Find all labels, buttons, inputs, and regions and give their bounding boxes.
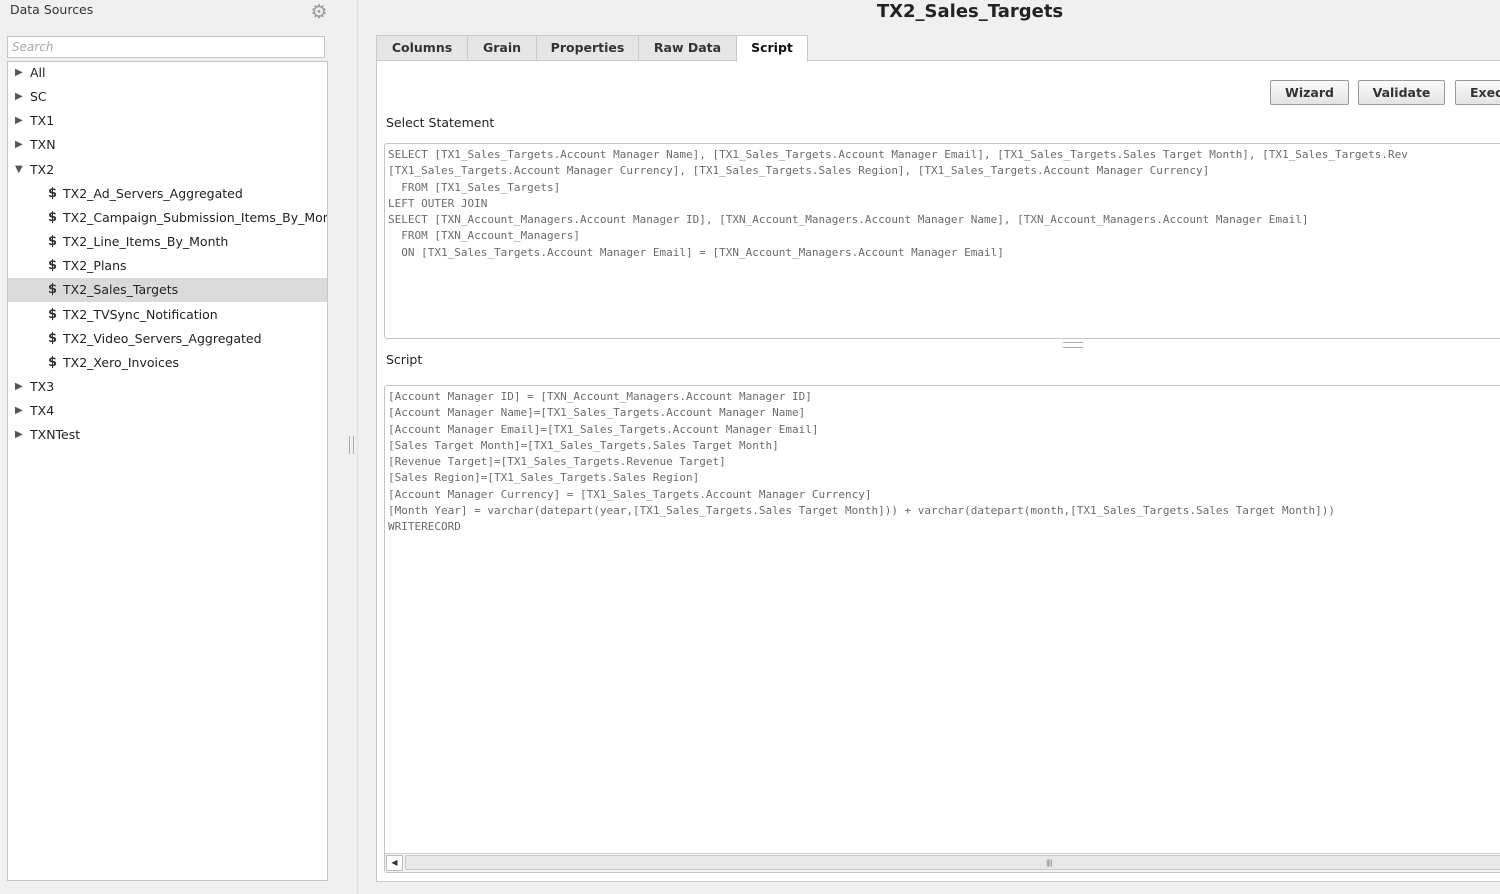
tree-item-datasource[interactable]: $ TX2_Sales_Targets xyxy=(8,278,327,303)
tree-item-label: All xyxy=(30,65,46,80)
tree-item-datasource[interactable]: $ TX2_TVSync_Notification xyxy=(8,303,327,327)
tree-item-folder[interactable]: ▶ All xyxy=(8,62,327,85)
code-line: [Sales Region]=[TX1_Sales_Targets.Sales … xyxy=(388,471,700,485)
data-source-icon: $ xyxy=(48,354,58,370)
divider xyxy=(357,0,358,894)
scroll-left-icon[interactable]: ◀ xyxy=(386,855,403,871)
code-line: WRITERECORD xyxy=(388,520,461,534)
execute-button[interactable]: Exec xyxy=(1455,80,1500,105)
code-line: [Sales Target Month]=[TX1_Sales_Targets.… xyxy=(388,438,779,452)
tree-item-label: TX2_Ad_Servers_Aggregated xyxy=(63,185,243,201)
tree-item-datasource[interactable]: $ TX2_Plans xyxy=(8,254,327,278)
collapsed-arrow-icon[interactable]: ▶ xyxy=(15,375,23,398)
data-source-icon: $ xyxy=(48,209,58,225)
data-source-icon: $ xyxy=(48,185,58,201)
expanded-arrow-icon[interactable]: ▼ xyxy=(15,158,23,181)
tree-item-label: TX2_TVSync_Notification xyxy=(63,306,218,322)
code-line: FROM [TXN_Account_Managers] xyxy=(388,229,581,243)
tree-item-label: TX2_Plans xyxy=(63,258,127,274)
tab-script[interactable]: Script xyxy=(736,35,808,62)
tree-item-label: TX2_Xero_Invoices xyxy=(63,354,180,370)
tree-item-folder[interactable]: ▶ TX1 xyxy=(8,109,327,133)
page-title: TX2_Sales_Targets xyxy=(876,1,1064,22)
tree-item-folder[interactable]: ▶ TX3 xyxy=(8,375,327,399)
data-sources-panel: Data Sources ⚙ ▶ All ▶ SC ▶ TX1 ▶ TXN ▼ TX2 $ TX2_A… xyxy=(0,0,346,894)
tree-item-label: TX2 xyxy=(30,161,55,177)
collapsed-arrow-icon[interactable]: ▶ xyxy=(15,423,23,446)
tree-item-label: TX3 xyxy=(30,378,55,394)
tab-columns[interactable]: Columns xyxy=(376,35,468,60)
select-statement-label: Select Statement xyxy=(386,115,495,130)
tree-item-folder[interactable]: ▼ TX2 xyxy=(8,158,327,182)
code-line: LEFT OUTER JOIN xyxy=(388,196,488,210)
data-sources-title: Data Sources xyxy=(10,2,94,17)
tree-item-label: TX2_Video_Servers_Aggregated xyxy=(63,330,262,346)
search-input[interactable] xyxy=(7,36,325,58)
collapsed-arrow-icon[interactable]: ▶ xyxy=(15,109,23,132)
tree-item-label: TX2_Campaign_Submission_Items_By_Month xyxy=(63,209,327,225)
tree-item-folder[interactable]: ▶ SC xyxy=(8,85,327,109)
code-line: [Month Year] = varchar(datepart(year,[TX… xyxy=(388,504,1336,518)
code-line: SELECT [TXN_Account_Managers.Account Man… xyxy=(388,213,1309,227)
collapsed-arrow-icon[interactable]: ▶ xyxy=(15,85,23,108)
tree-item-label: TXN xyxy=(30,137,56,153)
data-source-tree: ▶ All ▶ SC ▶ TX1 ▶ TXN ▼ TX2 $ TX2_Ad_Servers_Aggre… xyxy=(7,61,328,881)
code-line: [Account Manager Currency] = [TX1_Sales_… xyxy=(388,487,872,501)
gear-icon[interactable]: ⚙ xyxy=(309,2,329,22)
collapsed-arrow-icon[interactable]: ▶ xyxy=(15,399,23,422)
code-line: [Account Manager Email]=[TX1_Sales_Targe… xyxy=(388,422,819,436)
select-statement-editor[interactable]: SELECT [TX1_Sales_Targets.Account Manage… xyxy=(384,143,1500,339)
tab-raw-data[interactable]: Raw Data xyxy=(638,35,737,60)
data-source-icon: $ xyxy=(48,234,58,250)
tree-item-folder[interactable]: ▶ TX4 xyxy=(8,399,327,423)
script-label: Script xyxy=(386,352,423,367)
scroll-thumb[interactable]: |||| xyxy=(405,855,1500,870)
resize-grip[interactable] xyxy=(1063,342,1083,348)
data-source-icon: $ xyxy=(48,330,58,346)
sidebar-splitter[interactable] xyxy=(349,436,354,454)
tree-item-label: TX1 xyxy=(30,113,55,129)
horizontal-scrollbar[interactable]: ◀ |||| xyxy=(385,853,1500,872)
tree-item-datasource[interactable]: $ TX2_Campaign_Submission_Items_By_Month xyxy=(8,206,327,230)
tree-item-label: TX4 xyxy=(30,403,55,419)
tree-item-folder[interactable]: ▶ TXNTest xyxy=(8,423,327,447)
tab-properties[interactable]: Properties xyxy=(536,35,639,60)
script-editor[interactable]: [Account Manager ID] = [TXN_Account_Mana… xyxy=(384,385,1500,873)
tree-item-datasource[interactable]: $ TX2_Line_Items_By_Month xyxy=(8,230,327,254)
collapsed-arrow-icon[interactable]: ▶ xyxy=(15,133,23,156)
data-source-icon: $ xyxy=(48,258,58,274)
wizard-button[interactable]: Wizard xyxy=(1270,80,1349,105)
code-line: [Account Manager Name]=[TX1_Sales_Target… xyxy=(388,406,806,420)
data-source-icon: $ xyxy=(48,282,58,298)
tree-item-datasource[interactable]: $ TX2_Xero_Invoices xyxy=(8,351,327,375)
tree-item-label: SC xyxy=(30,89,47,105)
code-line: [TX1_Sales_Targets.Account Manager Curre… xyxy=(388,164,1210,178)
tree-item-label: TX2_Sales_Targets xyxy=(63,282,179,298)
validate-button[interactable]: Validate xyxy=(1358,80,1445,105)
tree-item-label: TX2_Line_Items_By_Month xyxy=(63,234,229,250)
data-source-icon: $ xyxy=(48,306,58,322)
tree-item-label: TXNTest xyxy=(30,427,81,443)
tree-item-datasource[interactable]: $ TX2_Ad_Servers_Aggregated xyxy=(8,182,327,206)
code-line: [Revenue Target]=[TX1_Sales_Targets.Reve… xyxy=(388,455,726,469)
code-line: FROM [TX1_Sales_Targets] xyxy=(388,180,561,194)
code-line: SELECT [TX1_Sales_Targets.Account Manage… xyxy=(388,148,1408,161)
tab-grain[interactable]: Grain xyxy=(467,35,537,60)
code-line: [Account Manager ID] = [TXN_Account_Mana… xyxy=(388,390,812,403)
tree-item-datasource[interactable]: $ TX2_Video_Servers_Aggregated xyxy=(8,327,327,351)
tree-item-folder[interactable]: ▶ TXN xyxy=(8,133,327,157)
code-line: ON [TX1_Sales_Targets.Account Manager Em… xyxy=(388,245,1004,259)
collapsed-arrow-icon[interactable]: ▶ xyxy=(15,62,23,84)
